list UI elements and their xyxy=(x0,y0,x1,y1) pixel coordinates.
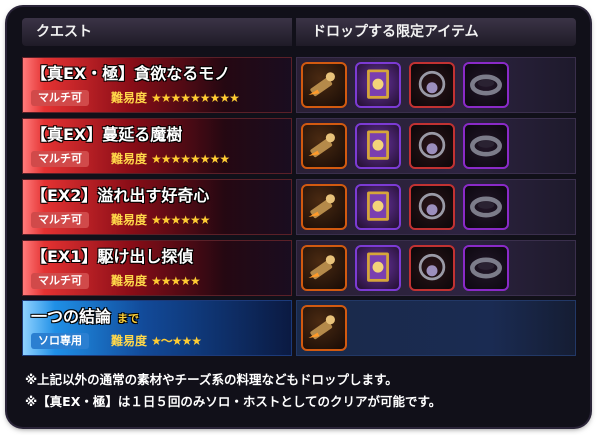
difficulty-stars: ★★★★★ xyxy=(151,274,201,288)
difficulty: 難易度 ★★★★★ xyxy=(111,272,201,290)
note-line: ※上記以外の通常の素材やチーズ系の料理などもドロップします。 xyxy=(25,372,398,387)
difficulty: 難易度 ★～★★★ xyxy=(111,332,202,350)
drop-items-row-4 xyxy=(296,240,576,296)
drop-items-row-5 xyxy=(296,300,576,356)
quest-title-text: 一つの結論 xyxy=(31,307,112,326)
quest-row-5: 一つの結論 まで ソロ専用 難易度 ★～★★★ xyxy=(22,300,292,356)
difficulty-label: 難易度 xyxy=(111,213,148,227)
drop-item-icon-2 xyxy=(355,123,401,169)
drop-item-icon-4 xyxy=(463,62,509,108)
difficulty-label: 難易度 xyxy=(111,274,148,288)
quest-title: 【真EX】蔓延る魔樹 xyxy=(31,125,183,144)
multi-badge: マルチ可 xyxy=(31,273,89,289)
drop-items-row-1 xyxy=(296,57,576,113)
quest-row-2: 【真EX】蔓延る魔樹 マルチ可 難易度 ★★★★★★★★ xyxy=(22,118,292,174)
multi-badge: マルチ可 xyxy=(31,151,89,167)
drop-item-icon-4 xyxy=(463,245,509,291)
multi-badge: マルチ可 xyxy=(31,90,89,106)
quest-title-suffix: まで xyxy=(117,312,140,325)
drop-items-row-2 xyxy=(296,118,576,174)
difficulty-label: 難易度 xyxy=(111,334,148,348)
drop-items-column-header: ドロップする限定アイテム xyxy=(296,18,576,46)
drop-item-icon-2 xyxy=(355,184,401,230)
solo-badge: ソロ専用 xyxy=(31,333,89,349)
quest-title: 一つの結論 まで xyxy=(31,303,139,327)
quest-row-4: 【EX1】駆け出し探偵 マルチ可 難易度 ★★★★★ xyxy=(22,240,292,296)
drop-item-icon-4 xyxy=(463,123,509,169)
difficulty: 難易度 ★★★★★★ xyxy=(111,211,211,229)
quest-title: 【真EX・極】貪欲なるモノ xyxy=(31,64,231,83)
difficulty-stars: ★★★★★★ xyxy=(151,213,211,227)
drop-item-icon-1 xyxy=(301,305,347,351)
drop-items-row-3 xyxy=(296,179,576,235)
drop-item-icon-3 xyxy=(409,184,455,230)
drop-item-icon-3 xyxy=(409,62,455,108)
note-line: ※【真EX・極】は１日５回のみソロ・ホストとしてのクリアが可能です。 xyxy=(25,394,442,409)
difficulty-label: 難易度 xyxy=(111,91,148,105)
difficulty-label: 難易度 xyxy=(111,152,148,166)
drop-item-icon-4 xyxy=(463,184,509,230)
difficulty: 難易度 ★★★★★★★★★ xyxy=(111,89,240,107)
drop-item-icon-1 xyxy=(301,245,347,291)
quest-row-3: 【EX2】溢れ出す好奇心 マルチ可 難易度 ★★★★★★ xyxy=(22,179,292,235)
difficulty-stars: ★～★★★ xyxy=(151,334,202,348)
drop-item-icon-1 xyxy=(301,184,347,230)
difficulty-stars: ★★★★★★★★ xyxy=(151,152,230,166)
quest-title: 【EX2】溢れ出す好奇心 xyxy=(31,186,210,205)
notes: ※上記以外の通常の素材やチーズ系の料理などもドロップします。 ※【真EX・極】は… xyxy=(25,369,441,413)
drop-item-icon-1 xyxy=(301,62,347,108)
difficulty-stars: ★★★★★★★★★ xyxy=(151,91,240,105)
drop-item-icon-2 xyxy=(355,245,401,291)
drop-item-icon-2 xyxy=(355,62,401,108)
drop-item-icon-1 xyxy=(301,123,347,169)
quest-row-1: 【真EX・極】貪欲なるモノ マルチ可 難易度 ★★★★★★★★★ xyxy=(22,57,292,113)
quest-column-header: クエスト xyxy=(22,18,292,46)
quest-title: 【EX1】駆け出し探偵 xyxy=(31,247,194,266)
multi-badge: マルチ可 xyxy=(31,212,89,228)
drop-item-icon-3 xyxy=(409,123,455,169)
difficulty: 難易度 ★★★★★★★★ xyxy=(111,150,230,168)
drop-item-icon-3 xyxy=(409,245,455,291)
